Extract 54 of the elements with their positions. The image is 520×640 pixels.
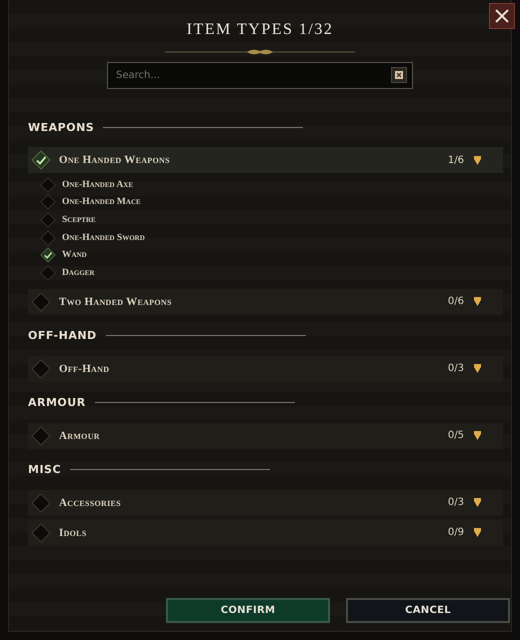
- checkbox[interactable]: [31, 492, 51, 513]
- item-type-label[interactable]: Wand: [62, 250, 87, 260]
- category-label: One Handed Weapons: [59, 154, 171, 166]
- category-label: Armour: [59, 430, 101, 442]
- category-label: Off-Hand: [59, 362, 110, 375]
- section-heading: MISC: [28, 463, 62, 476]
- category-label: Two Handed Weapons: [59, 296, 173, 308]
- checkbox[interactable]: [40, 212, 56, 228]
- item-type-label[interactable]: Dagger: [62, 268, 95, 278]
- count-label: 0/9: [448, 527, 464, 538]
- category-row[interactable]: Idols 0/9: [28, 520, 503, 546]
- close-button[interactable]: [489, 3, 515, 29]
- checkbox[interactable]: [40, 230, 56, 246]
- section-heading: WEAPONS: [28, 120, 94, 134]
- item-type-label[interactable]: One-Handed Mace: [62, 197, 141, 208]
- clear-icon: [395, 71, 403, 79]
- section-heading: ARMOUR: [28, 396, 86, 410]
- caret-icon[interactable]: [474, 431, 481, 440]
- checkbox[interactable]: [40, 247, 56, 264]
- section-heading: OFF-HAND: [28, 329, 97, 342]
- category-row[interactable]: Armour 0/5: [28, 422, 503, 449]
- count-label: 1/6: [448, 154, 464, 166]
- checkbox[interactable]: [40, 194, 56, 210]
- category-row[interactable]: Two Handed Weapons 0/6: [28, 288, 503, 315]
- caret-icon[interactable]: [474, 498, 481, 508]
- count-label: 0/6: [448, 296, 464, 308]
- item-type-label[interactable]: One-Handed Axe: [62, 180, 133, 190]
- item-type-label[interactable]: Sceptre: [62, 214, 96, 225]
- category-label: Idols: [59, 526, 88, 539]
- clear-button[interactable]: [391, 67, 407, 83]
- search-field[interactable]: Search...: [107, 62, 413, 89]
- category-row[interactable]: Accessories 0/3: [28, 490, 503, 516]
- caret-icon[interactable]: [474, 297, 481, 306]
- checkbox[interactable]: [31, 292, 51, 312]
- count-label: 0/3: [448, 497, 464, 508]
- checkbox[interactable]: [40, 176, 56, 193]
- checkbox[interactable]: [31, 426, 51, 446]
- close-icon: [495, 9, 509, 23]
- dialog-title: ITEM TYPES 1/32: [186, 20, 334, 40]
- confirm-button[interactable]: CONFIRM: [166, 598, 330, 623]
- checkbox[interactable]: [31, 522, 51, 543]
- cancel-button[interactable]: CANCEL: [346, 598, 510, 623]
- caret-icon[interactable]: [474, 364, 481, 374]
- item-type-label[interactable]: One-Handed Sword: [62, 232, 145, 243]
- caret-icon[interactable]: [474, 156, 481, 164]
- category-row[interactable]: Off-Hand 0/3: [28, 356, 503, 382]
- count-label: 0/5: [448, 430, 464, 442]
- checkbox[interactable]: [31, 150, 51, 170]
- category-row[interactable]: One Handed Weapons 1/6: [28, 147, 503, 173]
- count-label: 0/3: [448, 363, 464, 374]
- checkbox[interactable]: [40, 264, 56, 281]
- caret-icon[interactable]: [474, 528, 481, 538]
- checkbox[interactable]: [31, 358, 51, 379]
- category-label: Accessories: [59, 496, 122, 509]
